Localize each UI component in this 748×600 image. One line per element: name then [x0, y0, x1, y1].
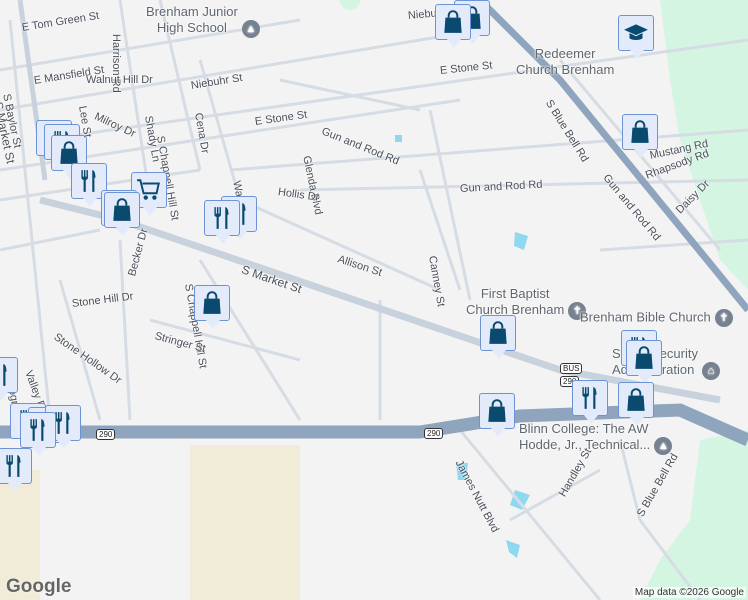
restaurant-marker[interactable]: [0, 357, 18, 401]
school-icon: ▲: [654, 436, 673, 455]
poi-brenham-junior-high[interactable]: Brenham Junior High School ▲: [146, 4, 260, 38]
school-marker[interactable]: [618, 15, 654, 59]
shopping-marker[interactable]: [104, 192, 140, 236]
fork-knife-icon: [76, 168, 102, 194]
shopping-bag-icon: [199, 290, 225, 316]
fork-knife-icon: [25, 417, 51, 443]
shopping-marker[interactable]: [480, 315, 516, 359]
shopping-bag-icon: [484, 398, 510, 424]
poi-redeemer-church[interactable]: Redeemer Church Brenham: [516, 46, 614, 78]
restaurant-marker[interactable]: [204, 200, 240, 244]
fork-knife-icon: [0, 362, 13, 388]
restaurant-marker[interactable]: [20, 412, 56, 456]
shopping-bag-icon: [627, 119, 653, 145]
poi-label: Redeemer Church Brenham: [516, 46, 615, 77]
shopping-bag-icon: [109, 197, 135, 223]
fork-knife-icon: [577, 385, 603, 411]
graduation-cap-icon: [623, 20, 649, 46]
shopping-bag-icon: [440, 9, 466, 35]
google-logo: Google: [6, 576, 72, 597]
shopping-marker[interactable]: [194, 285, 230, 329]
shopping-marker[interactable]: [618, 382, 654, 426]
shopping-marker[interactable]: [435, 4, 471, 48]
shopping-marker[interactable]: [626, 340, 662, 384]
bus-shield: BUS: [560, 363, 583, 374]
restaurant-marker[interactable]: [572, 380, 608, 424]
poi-label: Brenham Junior High School: [146, 4, 238, 35]
government-icon: ⌂: [701, 361, 720, 380]
poi-label: First Baptist Church Brenham: [466, 286, 565, 317]
school-icon: ▲: [241, 19, 260, 38]
shopping-marker[interactable]: [479, 393, 515, 437]
poi-label: Brenham Bible Church: [580, 309, 711, 325]
fork-knife-icon: [209, 205, 235, 231]
shopping-bag-icon: [631, 345, 657, 371]
shopping-bag-icon: [485, 320, 511, 346]
fork-knife-icon: [1, 453, 27, 479]
restaurant-marker[interactable]: [0, 448, 32, 492]
poi-brenham-bible-church[interactable]: Brenham Bible Church ✝: [580, 309, 733, 327]
street-label: Walnut Hill Dr: [86, 74, 153, 86]
church-icon: ✝: [714, 309, 733, 327]
shopping-bag-icon: [623, 387, 649, 413]
us-290-shield: 290: [424, 428, 444, 439]
poi-blinn-college[interactable]: Blinn College: The AW Hodde, Jr., Techni…: [519, 421, 673, 455]
us-290-shield: 290: [96, 429, 116, 440]
map-attribution[interactable]: Map data ©2026 Google: [632, 587, 746, 598]
shopping-marker[interactable]: [622, 114, 658, 158]
